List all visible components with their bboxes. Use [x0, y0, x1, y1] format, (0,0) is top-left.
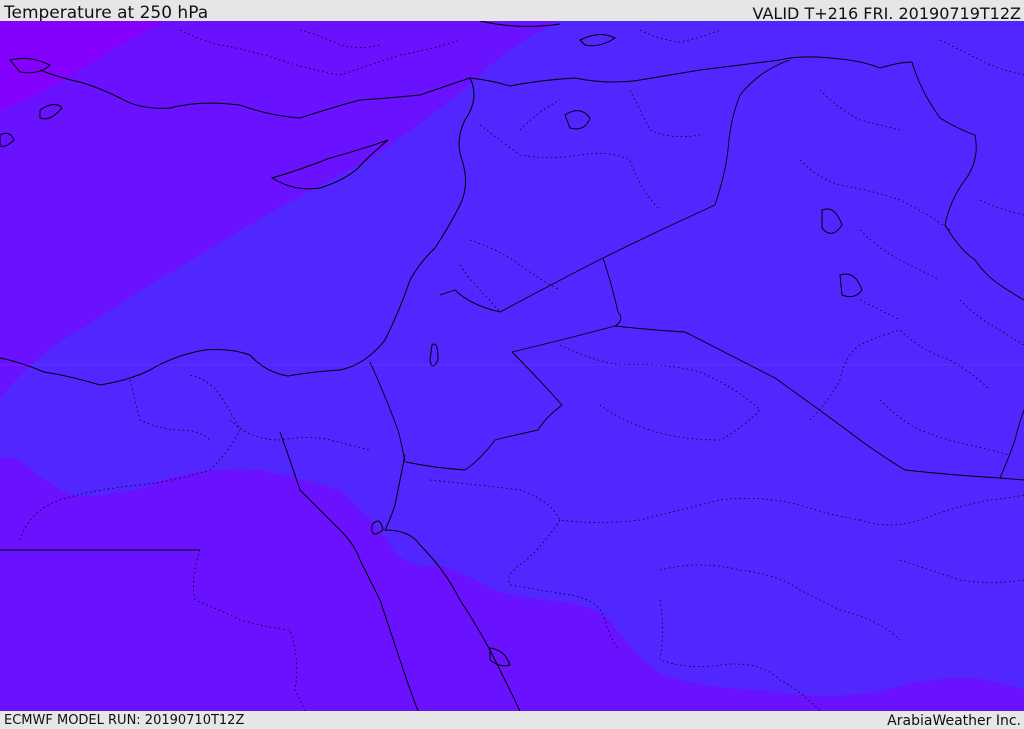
- temperature-map: [0, 21, 1024, 711]
- model-run-label: ECMWF MODEL RUN: 20190710T12Z: [4, 713, 245, 728]
- map-footer: ECMWF MODEL RUN: 20190710T12Z ArabiaWeat…: [0, 711, 1024, 729]
- map-title: Temperature at 250 hPa: [4, 3, 209, 23]
- credit-label: ArabiaWeather Inc.: [887, 713, 1021, 729]
- map-header: Temperature at 250 hPa VALID T+216 FRI. …: [0, 0, 1024, 23]
